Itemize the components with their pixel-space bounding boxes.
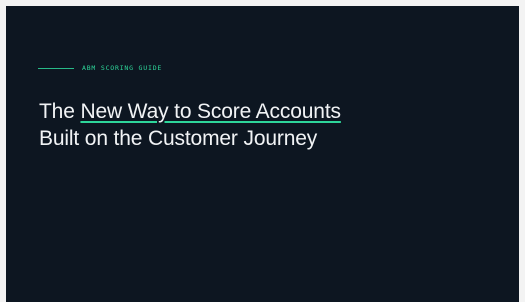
headline-line-2: Built on the Customer Journey	[39, 127, 318, 150]
hero-banner: ABM SCORING GUIDE The New Way to Score A…	[6, 6, 519, 302]
eyebrow-label: ABM SCORING GUIDE	[82, 64, 163, 72]
eyebrow-rule	[38, 67, 74, 69]
headline-highlight: New Way to Score Accounts	[80, 100, 341, 123]
headline-line-1: The New Way to Score Accounts	[39, 98, 341, 125]
headline-prefix: The	[39, 100, 75, 123]
eyebrow: ABM SCORING GUIDE	[38, 65, 162, 72]
headline: The New Way to Score Accounts Built on t…	[39, 98, 341, 152]
